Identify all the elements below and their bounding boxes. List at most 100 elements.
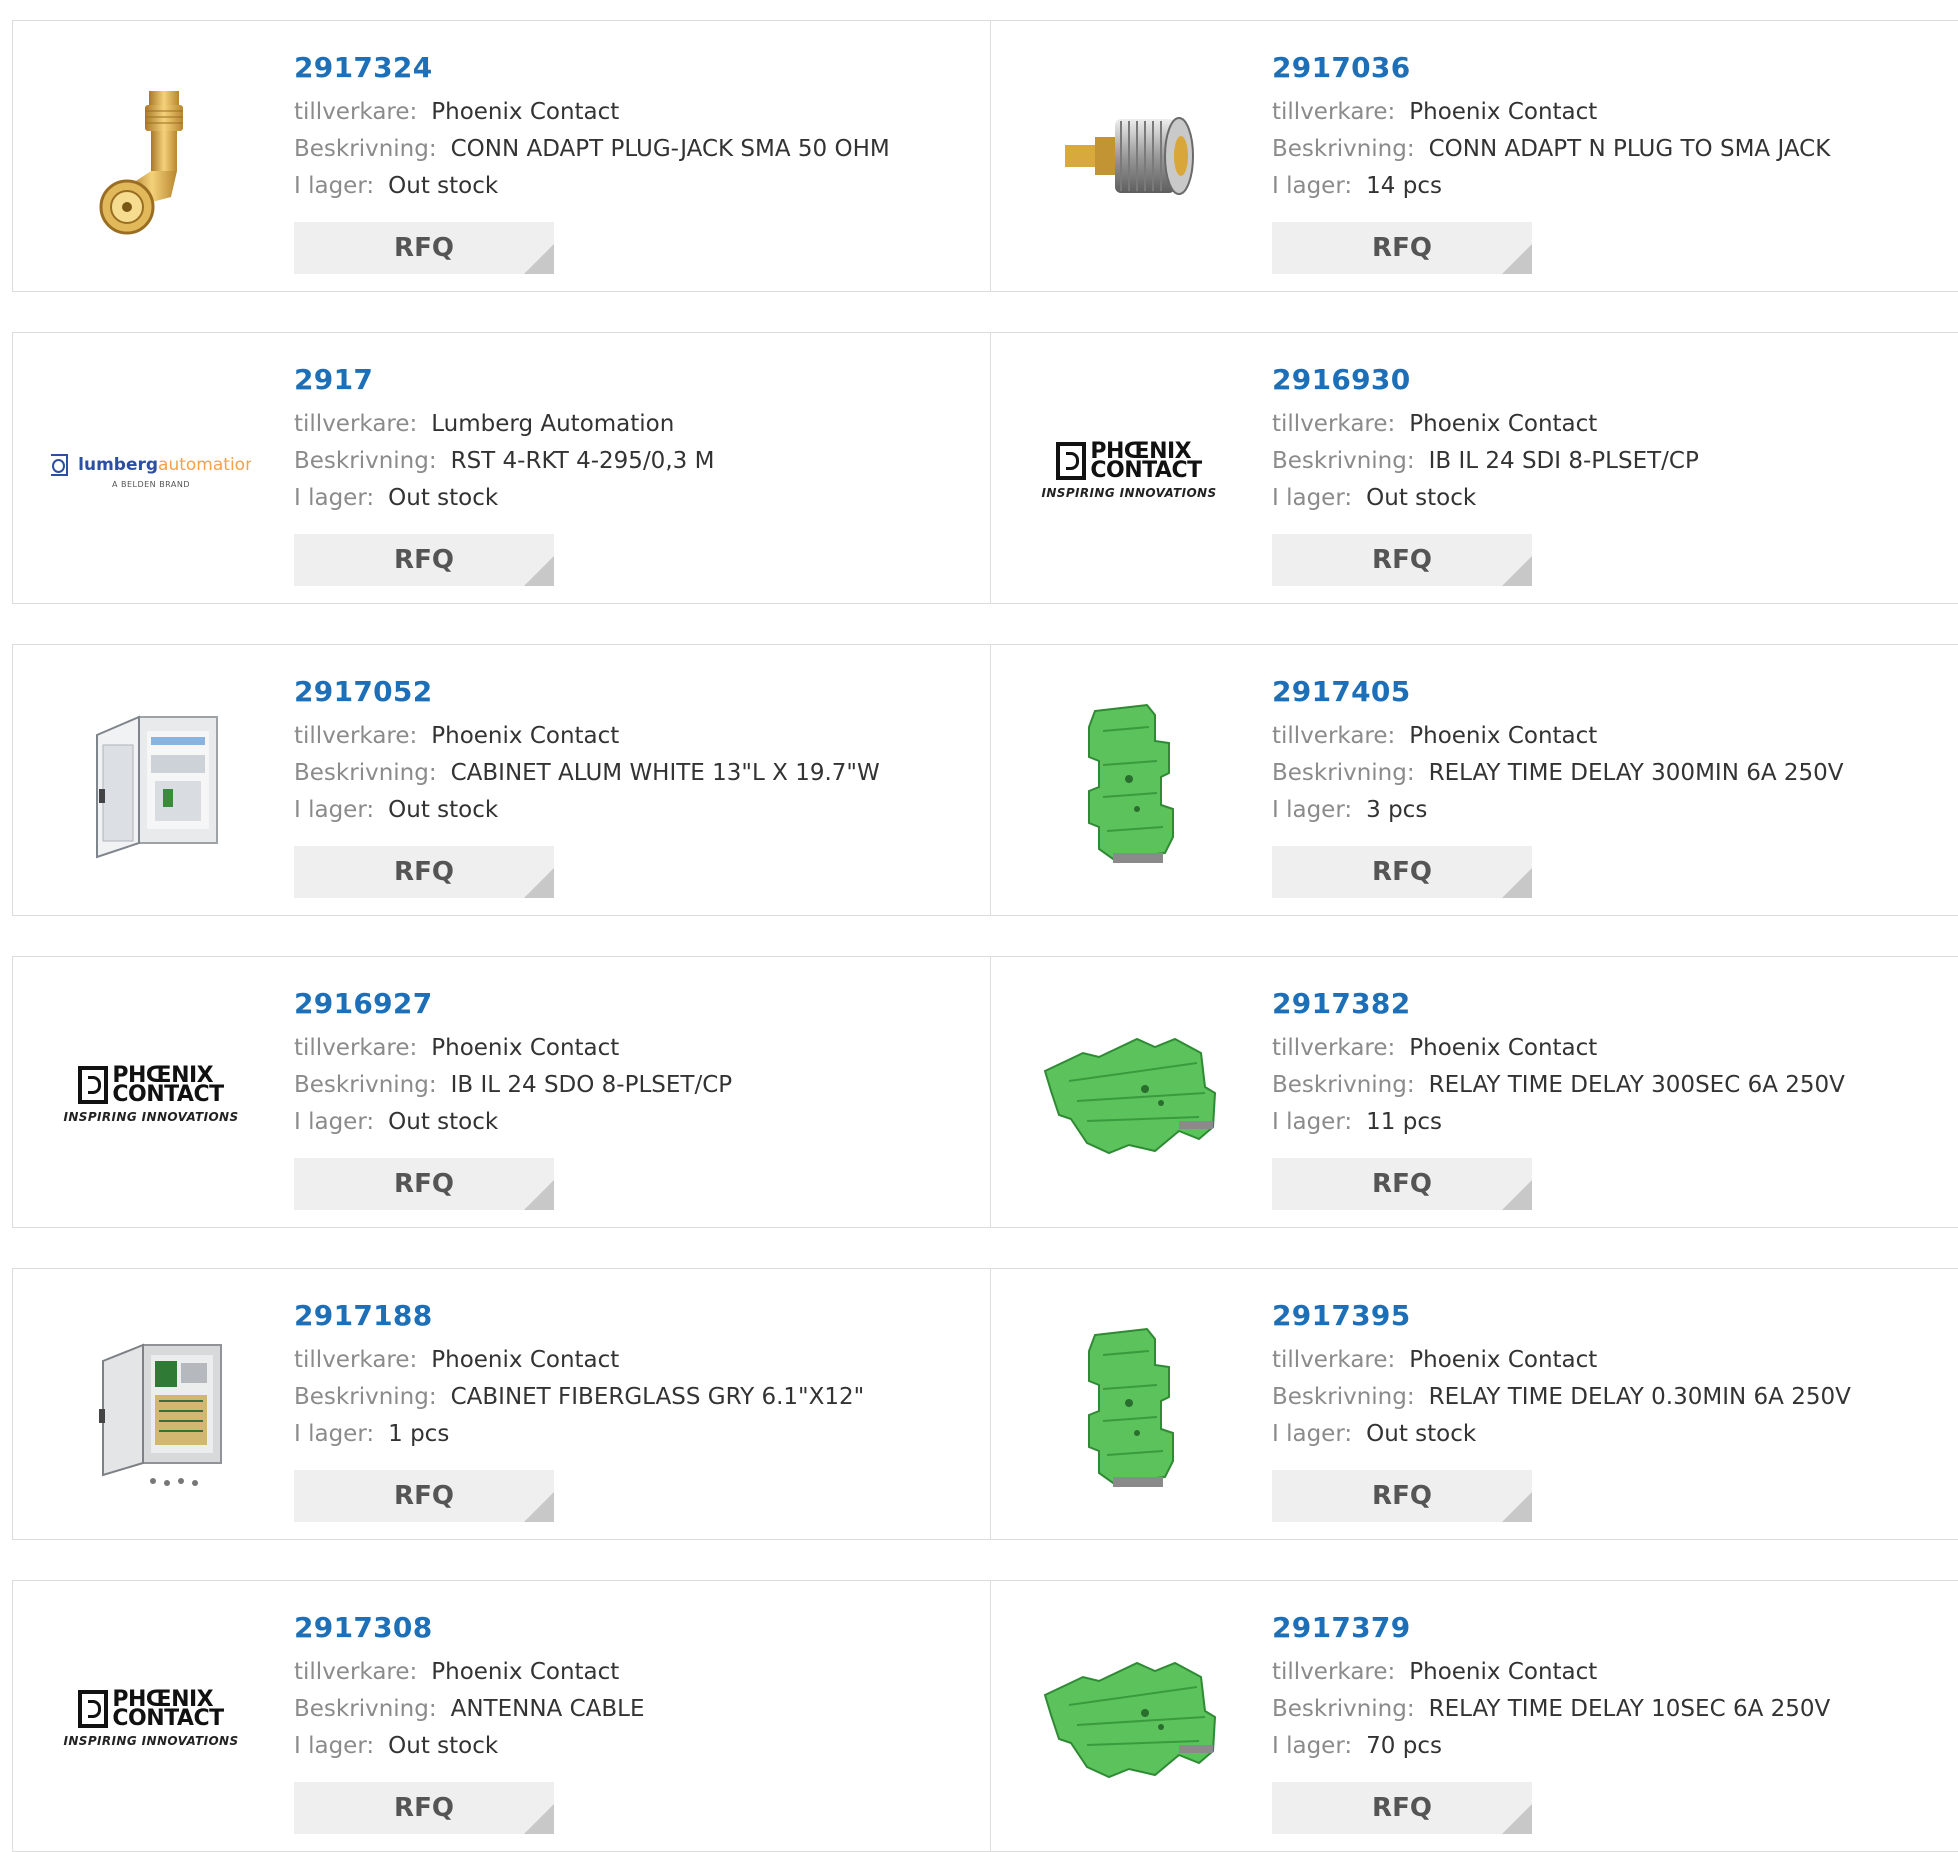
phoenix-mark: PHŒNIX CONTACT — [1056, 441, 1202, 483]
product-card: 2917324 tillverkare: Phoenix Contact Beskri… — [13, 21, 991, 291]
description-row: Beskrivning: CABINET FIBERGLASS GRY 6.1"X… — [294, 1379, 864, 1416]
product-image[interactable] — [1029, 683, 1229, 883]
product-card: 2917405 tillverkare: Phoenix Contact Beskri… — [991, 645, 1958, 915]
stock-row: I lager: 70 pcs — [1272, 1728, 1830, 1765]
description-row: Beskrivning: RELAY TIME DELAY 300MIN 6A 2… — [1272, 755, 1844, 792]
description-row: Beskrivning: IB IL 24 SDI 8-PLSET/CP — [1272, 443, 1699, 480]
stock-label: I lager: — [1272, 1733, 1353, 1759]
description-label: Beskrivning: — [1272, 448, 1415, 474]
part-number-link[interactable]: 2917052 — [294, 675, 880, 709]
stock-value: Out stock — [388, 1733, 499, 1759]
stock-value: 70 pcs — [1366, 1733, 1442, 1759]
stock-value: 14 pcs — [1366, 173, 1442, 199]
product-image[interactable]: PHŒNIX CONTACT INSPIRING INNOVATIONS — [51, 995, 251, 1195]
stock-row: I lager: 11 pcs — [1272, 1104, 1845, 1141]
manufacturer-label: tillverkare: — [294, 1659, 418, 1685]
corner-triangle-icon — [1502, 244, 1532, 274]
product-image[interactable]: lumberg automation A BELDEN BRAND — [51, 371, 251, 571]
rfq-button[interactable]: RFQ — [294, 1782, 554, 1834]
product-image[interactable] — [1029, 995, 1229, 1195]
lumberg-square-icon — [51, 453, 69, 476]
description-row: Beskrivning: ANTENNA CABLE — [294, 1691, 645, 1728]
part-number-link[interactable]: 2917188 — [294, 1299, 864, 1333]
stock-value: Out stock — [388, 1109, 499, 1135]
product-image[interactable] — [51, 1307, 251, 1507]
stock-value: Out stock — [388, 173, 499, 199]
corner-triangle-icon — [524, 868, 554, 898]
phoenix-square-icon — [1056, 442, 1087, 480]
rfq-button[interactable]: RFQ — [1272, 1470, 1532, 1522]
product-image[interactable] — [1029, 1307, 1229, 1507]
rfq-button[interactable]: RFQ — [1272, 1782, 1532, 1834]
product-info: 2917379 tillverkare: Phoenix Contact Beskri… — [1272, 1611, 1830, 1765]
description-value: CABINET FIBERGLASS GRY 6.1"X12" — [450, 1384, 865, 1410]
corner-triangle-icon — [524, 1804, 554, 1834]
rfq-button[interactable]: RFQ — [294, 1158, 554, 1210]
rfq-button[interactable]: RFQ — [1272, 1158, 1532, 1210]
stock-row: I lager: 14 pcs — [1272, 168, 1830, 205]
part-number-link[interactable]: 2917395 — [1272, 1299, 1851, 1333]
phoenix-tagline: INSPIRING INNOVATIONS — [63, 1110, 239, 1124]
description-label: Beskrivning: — [294, 1696, 437, 1722]
product-card: PHŒNIX CONTACT INSPIRING INNOVATIONS 291693… — [991, 333, 1958, 603]
rfq-button[interactable]: RFQ — [294, 846, 554, 898]
part-number-link[interactable]: 2917036 — [1272, 51, 1830, 85]
part-number-link[interactable]: 2916930 — [1272, 363, 1699, 397]
rfq-button[interactable]: RFQ — [1272, 222, 1532, 274]
phoenix-wordmark-line2: CONTACT — [1090, 458, 1202, 483]
phoenix-tagline: INSPIRING INNOVATIONS — [63, 1734, 239, 1748]
corner-triangle-icon — [1502, 1492, 1532, 1522]
stock-row: I lager: Out stock — [1272, 480, 1699, 517]
part-number-link[interactable]: 2917 — [294, 363, 714, 397]
description-row: Beskrivning: CONN ADAPT PLUG-JACK SMA 50 … — [294, 131, 890, 168]
stock-label: I lager: — [294, 797, 375, 823]
manufacturer-label: tillverkare: — [294, 411, 418, 437]
description-row: Beskrivning: CABINET ALUM WHITE 13"L X 19… — [294, 755, 880, 792]
rfq-label: RFQ — [394, 1481, 454, 1511]
manufacturer-row: tillverkare: Phoenix Contact — [1272, 1030, 1845, 1067]
product-image[interactable]: PHŒNIX CONTACT INSPIRING INNOVATIONS — [1029, 371, 1229, 571]
green-relay-flat-icon — [1029, 1619, 1229, 1819]
lumberg-automation-logo: lumberg automation A BELDEN BRAND — [51, 453, 251, 489]
part-number-link[interactable]: 2916927 — [294, 987, 732, 1021]
rfq-label: RFQ — [1372, 1793, 1432, 1823]
manufacturer-row: tillverkare: Phoenix Contact — [294, 1342, 864, 1379]
green-relay-flat-icon — [1029, 995, 1229, 1195]
manufacturer-value: Phoenix Contact — [1409, 723, 1598, 749]
part-number-link[interactable]: 2917308 — [294, 1611, 645, 1645]
stock-label: I lager: — [1272, 1109, 1353, 1135]
rfq-button[interactable]: RFQ — [294, 222, 554, 274]
product-image[interactable] — [51, 683, 251, 883]
manufacturer-row: tillverkare: Phoenix Contact — [294, 1030, 732, 1067]
phoenix-wordmark-line2: CONTACT — [112, 1706, 224, 1731]
stock-label: I lager: — [1272, 797, 1353, 823]
description-value: CONN ADAPT N PLUG TO SMA JACK — [1428, 136, 1831, 162]
product-image[interactable] — [1029, 59, 1229, 259]
description-value: IB IL 24 SDI 8-PLSET/CP — [1428, 448, 1699, 474]
rfq-button[interactable]: RFQ — [1272, 846, 1532, 898]
product-row: PHŒNIX CONTACT INSPIRING INNOVATIONS 291692… — [12, 956, 1958, 1228]
manufacturer-row: tillverkare: Lumberg Automation — [294, 406, 714, 443]
part-number-link[interactable]: 2917324 — [294, 51, 890, 85]
corner-triangle-icon — [1502, 1804, 1532, 1834]
product-card: 2917188 tillverkare: Phoenix Contact Beskri… — [13, 1269, 991, 1539]
rfq-button[interactable]: RFQ — [1272, 534, 1532, 586]
phoenix-tagline: INSPIRING INNOVATIONS — [1041, 486, 1217, 500]
manufacturer-row: tillverkare: Phoenix Contact — [294, 94, 890, 131]
rfq-button[interactable]: RFQ — [294, 1470, 554, 1522]
part-number-link[interactable]: 2917405 — [1272, 675, 1844, 709]
product-image[interactable] — [51, 59, 251, 259]
product-image[interactable] — [1029, 1619, 1229, 1819]
part-number-link[interactable]: 2917379 — [1272, 1611, 1830, 1645]
part-number-link[interactable]: 2917382 — [1272, 987, 1845, 1021]
description-label: Beskrivning: — [1272, 1072, 1415, 1098]
stock-row: I lager: Out stock — [1272, 1416, 1851, 1453]
product-info: 2917036 tillverkare: Phoenix Contact Beskri… — [1272, 51, 1830, 205]
product-card: 2917395 tillverkare: Phoenix Contact Beskri… — [991, 1269, 1958, 1539]
product-card: PHŒNIX CONTACT INSPIRING INNOVATIONS 291692… — [13, 957, 991, 1227]
product-image[interactable]: PHŒNIX CONTACT INSPIRING INNOVATIONS — [51, 1619, 251, 1819]
phoenix-contact-logo: PHŒNIX CONTACT INSPIRING INNOVATIONS — [63, 1065, 239, 1125]
rfq-button[interactable]: RFQ — [294, 534, 554, 586]
description-value: RELAY TIME DELAY 0.30MIN 6A 250V — [1428, 1384, 1851, 1410]
stock-row: I lager: Out stock — [294, 1728, 645, 1765]
